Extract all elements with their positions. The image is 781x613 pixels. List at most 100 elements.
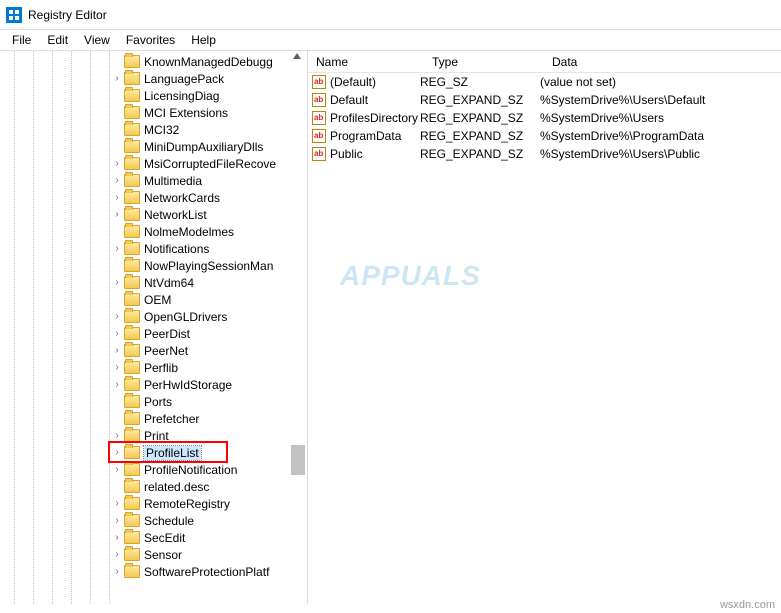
list-row[interactable]: PublicREG_EXPAND_SZ%SystemDrive%\Users\P…: [308, 145, 781, 163]
tree-item[interactable]: › Notifications: [110, 240, 307, 257]
tree-item-label: Prefetcher: [144, 412, 199, 426]
tree-item-label: Print: [144, 429, 169, 443]
value-type: REG_EXPAND_SZ: [420, 111, 540, 125]
chevron-right-icon[interactable]: ›: [110, 566, 124, 577]
tree-panel[interactable]: KnownManagedDebugg›LanguagePackLicensing…: [0, 51, 308, 604]
folder-icon: [124, 276, 140, 289]
tree-item[interactable]: ›NtVdm64: [110, 274, 307, 291]
tree-item[interactable]: › SecEdit: [110, 529, 307, 546]
chevron-right-icon[interactable]: ›: [110, 175, 124, 186]
tree-item[interactable]: KnownManagedDebugg: [110, 53, 307, 70]
tree-item[interactable]: › PerHwIdStorage: [110, 376, 307, 393]
chevron-right-icon[interactable]: ›: [110, 515, 124, 526]
tree-item-label: NowPlayingSessionMan: [144, 259, 273, 273]
value-name: (Default): [330, 75, 376, 89]
column-type[interactable]: Type: [424, 55, 544, 69]
folder-icon: [124, 412, 140, 425]
tree-item[interactable]: › Multimedia: [110, 172, 307, 189]
chevron-right-icon[interactable]: ›: [110, 243, 124, 254]
tree-item[interactable]: related.desc: [110, 478, 307, 495]
tree-item[interactable]: ›PeerDist: [110, 325, 307, 342]
value-type: REG_EXPAND_SZ: [420, 129, 540, 143]
tree-item[interactable]: ›MsiCorruptedFileRecove: [110, 155, 307, 172]
folder-icon: [124, 548, 140, 561]
chevron-right-icon[interactable]: ›: [110, 73, 124, 84]
tree-item[interactable]: Ports: [110, 393, 307, 410]
list-panel[interactable]: Name Type Data (Default)REG_SZ(value not…: [308, 51, 781, 604]
chevron-right-icon[interactable]: ›: [110, 362, 124, 373]
value-data: %SystemDrive%\Users\Default: [540, 93, 781, 107]
tree-item-label: Notifications: [144, 242, 209, 256]
menu-file[interactable]: File: [4, 31, 39, 49]
tree-item-label: SecEdit: [144, 531, 185, 545]
list-row[interactable]: ProfilesDirectoryREG_EXPAND_SZ%SystemDri…: [308, 109, 781, 127]
tree-item[interactable]: › NetworkCards: [110, 189, 307, 206]
chevron-right-icon[interactable]: ›: [110, 549, 124, 560]
tree-item[interactable]: NolmeModelmes: [110, 223, 307, 240]
list-row[interactable]: ProgramDataREG_EXPAND_SZ%SystemDrive%\Pr…: [308, 127, 781, 145]
folder-icon: [124, 531, 140, 544]
tree-item-label: MiniDumpAuxiliaryDlls: [144, 140, 263, 154]
menu-help[interactable]: Help: [183, 31, 224, 49]
tree-item[interactable]: NowPlayingSessionMan: [110, 257, 307, 274]
chevron-right-icon[interactable]: ›: [110, 158, 124, 169]
tree-item[interactable]: › Print: [110, 427, 307, 444]
tree-item[interactable]: ›NetworkList: [110, 206, 307, 223]
tree-item-label: MCI Extensions: [144, 106, 228, 120]
cell-name: ProgramData: [308, 129, 420, 143]
chevron-right-icon[interactable]: ›: [110, 345, 124, 356]
tree-item[interactable]: MCI Extensions: [110, 104, 307, 121]
folder-icon: [124, 514, 140, 527]
column-name[interactable]: Name: [308, 55, 424, 69]
tree-item-label: Ports: [144, 395, 172, 409]
tree-item[interactable]: ›LanguagePack: [110, 70, 307, 87]
tree-item[interactable]: ›ProfileList: [110, 444, 307, 461]
tree-item[interactable]: ›Sensor: [110, 546, 307, 563]
tree-item[interactable]: › Schedule: [110, 512, 307, 529]
tree-item-label: Schedule: [144, 514, 194, 528]
chevron-right-icon[interactable]: ›: [110, 532, 124, 543]
tree-item-label: Multimedia: [144, 174, 202, 188]
folder-icon: [124, 429, 140, 442]
folder-icon: [124, 72, 140, 85]
menu-favorites[interactable]: Favorites: [118, 31, 183, 49]
column-data[interactable]: Data: [544, 55, 781, 69]
chevron-right-icon[interactable]: ›: [110, 328, 124, 339]
folder-icon: [124, 463, 140, 476]
folder-icon: [124, 259, 140, 272]
menu-edit[interactable]: Edit: [39, 31, 76, 49]
tree-item-label: NetworkCards: [144, 191, 220, 205]
tree-item[interactable]: OEM: [110, 291, 307, 308]
cell-name: Default: [308, 93, 420, 107]
chevron-right-icon[interactable]: ›: [110, 498, 124, 509]
tree-item[interactable]: ›OpenGLDrivers: [110, 308, 307, 325]
tree-item[interactable]: MiniDumpAuxiliaryDlls: [110, 138, 307, 155]
tree-item-label: SoftwareProtectionPlatf: [144, 565, 269, 579]
value-type: REG_EXPAND_SZ: [420, 147, 540, 161]
menu-view[interactable]: View: [76, 31, 118, 49]
folder-icon: [124, 106, 140, 119]
tree-item[interactable]: MCI32: [110, 121, 307, 138]
tree-item[interactable]: LicensingDiag: [110, 87, 307, 104]
chevron-right-icon[interactable]: ›: [110, 447, 124, 458]
window-title: Registry Editor: [28, 8, 107, 22]
value-name: Public: [330, 147, 363, 161]
tree-item-label: PerHwIdStorage: [144, 378, 232, 392]
chevron-right-icon[interactable]: ›: [110, 311, 124, 322]
chevron-right-icon[interactable]: ›: [110, 209, 124, 220]
chevron-right-icon[interactable]: ›: [110, 464, 124, 475]
tree-item-label: RemoteRegistry: [144, 497, 230, 511]
tree-item[interactable]: ›PeerNet: [110, 342, 307, 359]
tree-item-label: KnownManagedDebugg: [144, 55, 273, 69]
list-row[interactable]: DefaultREG_EXPAND_SZ%SystemDrive%\Users\…: [308, 91, 781, 109]
tree-item[interactable]: ›Perflib: [110, 359, 307, 376]
chevron-right-icon[interactable]: ›: [110, 277, 124, 288]
chevron-right-icon[interactable]: ›: [110, 430, 124, 441]
tree-item[interactable]: Prefetcher: [110, 410, 307, 427]
tree-item[interactable]: › SoftwareProtectionPlatf: [110, 563, 307, 580]
chevron-right-icon[interactable]: ›: [110, 379, 124, 390]
list-row[interactable]: (Default)REG_SZ(value not set): [308, 73, 781, 91]
tree-item[interactable]: ›ProfileNotification: [110, 461, 307, 478]
chevron-right-icon[interactable]: ›: [110, 192, 124, 203]
tree-item[interactable]: › RemoteRegistry: [110, 495, 307, 512]
